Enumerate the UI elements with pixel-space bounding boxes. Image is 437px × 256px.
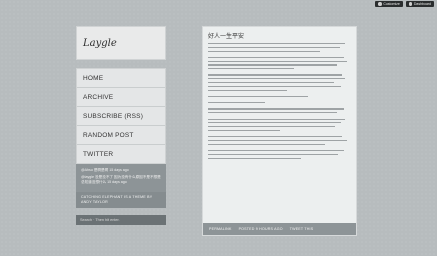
permalink-link[interactable]: PERMALINK bbox=[209, 227, 232, 231]
twitter-feed: @Ahsu 是啊是啊 15 days ago @laygle 没是没不了 因为没… bbox=[76, 164, 166, 192]
nav-item-home[interactable]: HOME bbox=[77, 69, 165, 88]
blog-title-link[interactable]: Laygle bbox=[83, 38, 117, 49]
text-line bbox=[208, 139, 347, 142]
navigation-menu: HOME ARCHIVE SUBSCRIBE (RSS) RANDOM POST… bbox=[76, 68, 166, 164]
nav-item-twitter[interactable]: TWITTER bbox=[77, 145, 165, 163]
text-line bbox=[208, 68, 294, 70]
text-line bbox=[208, 85, 341, 87]
tweet-item: @Ahsu 是啊是啊 15 days ago bbox=[81, 168, 129, 172]
gear-icon bbox=[378, 2, 382, 6]
nav-item-random-post[interactable]: RANDOM POST bbox=[77, 126, 165, 145]
text-line bbox=[208, 60, 347, 62]
post-footer: PERMALINK POSTED 9 HOURS AGO TWEET THIS bbox=[203, 223, 356, 235]
blog-header: Laygle bbox=[76, 26, 166, 60]
text-line bbox=[208, 95, 309, 98]
customize-label: Customize bbox=[383, 2, 400, 6]
sidebar: Laygle HOME ARCHIVE SUBSCRIBE (RSS) RAND… bbox=[76, 26, 166, 226]
text-line bbox=[208, 102, 266, 104]
nav-item-archive[interactable]: ARCHIVE bbox=[77, 88, 165, 107]
tweet-item: @laygle 没是没不了 因为没有什么原因不是不想是总知道没想什么 15 da… bbox=[81, 175, 161, 185]
text-line bbox=[208, 82, 334, 84]
post-title[interactable]: 好人一生平安 bbox=[203, 27, 356, 40]
text-line bbox=[208, 78, 346, 80]
text-line bbox=[208, 56, 344, 59]
home-icon bbox=[408, 2, 413, 6]
text-line bbox=[208, 122, 341, 124]
post-card: 好人一生平安 PERMALINK POSTED 9 HOURS AGO TWEE… bbox=[202, 26, 357, 236]
text-line bbox=[208, 43, 346, 45]
theme-credit[interactable]: CATCHING ELEPHANT IS A THEME BY ANDY TAY… bbox=[76, 191, 166, 208]
post-body bbox=[203, 40, 356, 159]
search-input[interactable] bbox=[76, 214, 166, 225]
text-line bbox=[208, 157, 301, 159]
text-line bbox=[208, 112, 337, 114]
text-line bbox=[208, 118, 346, 120]
text-line bbox=[208, 64, 337, 66]
dashboard-button[interactable]: Dashboard bbox=[405, 1, 434, 7]
text-line bbox=[208, 153, 339, 155]
nav-item-subscribe[interactable]: SUBSCRIBE (RSS) bbox=[77, 107, 165, 126]
tweet-this-link[interactable]: TWEET THIS bbox=[290, 227, 314, 231]
text-line bbox=[208, 126, 336, 128]
dashboard-label: Dashboard bbox=[413, 2, 431, 6]
text-line bbox=[208, 50, 320, 52]
customize-button[interactable]: Customize bbox=[375, 1, 403, 7]
text-line bbox=[208, 149, 344, 152]
text-line bbox=[208, 136, 343, 138]
text-line bbox=[208, 108, 344, 110]
posted-time-link[interactable]: POSTED 9 HOURS AGO bbox=[239, 227, 283, 231]
text-line bbox=[208, 46, 340, 48]
text-line bbox=[208, 74, 343, 76]
text-line bbox=[208, 89, 287, 91]
text-line bbox=[208, 129, 280, 132]
text-line bbox=[208, 143, 326, 145]
top-right-toolbar: Customize Dashboard bbox=[375, 1, 434, 7]
